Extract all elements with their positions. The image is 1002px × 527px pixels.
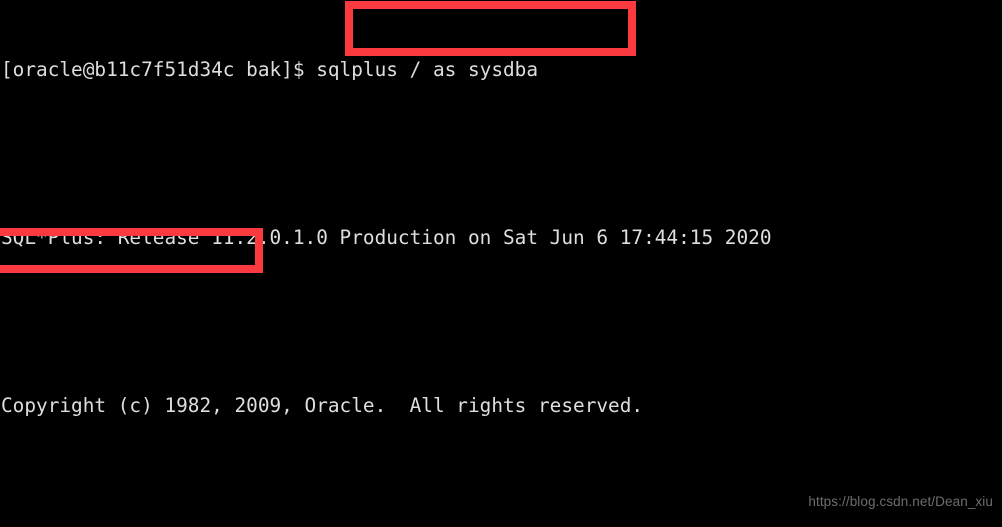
terminal-line-shell-prompt: [oracle@b11c7f51d34c bak]$ sqlplus / as … [1, 58, 539, 81]
terminal-line-copyright: Copyright (c) 1982, 2009, Oracle. All ri… [1, 394, 644, 417]
terminal-window[interactable]: [oracle@b11c7f51d34c bak]$ sqlplus / as … [0, 0, 1002, 527]
watermark-url: https://blog.csdn.net/Dean_xiu [808, 494, 993, 509]
terminal-output[interactable]: [oracle@b11c7f51d34c bak]$ sqlplus / as … [0, 0, 1002, 527]
terminal-line-banner-release: SQL*Plus: Release 11.2.0.1.0 Production … [1, 226, 772, 249]
